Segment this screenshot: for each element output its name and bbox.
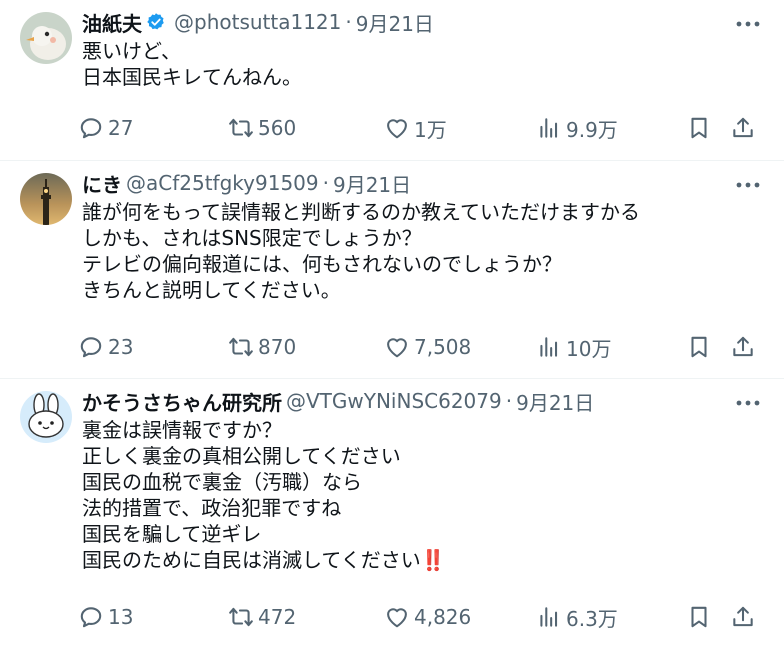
share-icon (733, 606, 753, 627)
display-name[interactable]: かそうさちゃん研究所 (82, 387, 282, 416)
bookmark-icon (691, 336, 707, 358)
tweet[interactable]: 油紙夫 @photsutta1121 · 9月21日 悪いけど、 日本国民キレて… (0, 0, 784, 161)
tweet-line: 国民のために自民は消滅してください (82, 548, 421, 572)
separator: · (322, 171, 329, 195)
avatar[interactable] (20, 173, 72, 225)
bookmark-button[interactable] (686, 600, 712, 634)
tweet-line: テレビの偏向報道には、何もされないのでしょうか？ (82, 252, 562, 276)
reply-icon (80, 118, 102, 139)
bookmark-button[interactable] (686, 111, 712, 145)
tweet[interactable]: かそうさちゃん研究所 @VTGwYNiNSC62079 · 9月21日 裏金は誤… (0, 379, 784, 650)
verified-icon (146, 12, 166, 32)
retweet-count: 560 (258, 116, 297, 140)
like-icon (387, 338, 407, 358)
tweet-header: にき @aCf25tfgky91509 · 9月21日 (82, 169, 724, 197)
display-name[interactable]: 油紙夫 (82, 8, 142, 37)
retweet-button[interactable]: 560 (228, 111, 296, 145)
tweet-line: 国民を騙して逆ギレ (82, 522, 262, 546)
avatar[interactable] (20, 391, 72, 443)
views-icon (540, 607, 558, 627)
action-bar: 23 870 7,508 10万 (78, 330, 768, 364)
more-icon[interactable] (732, 393, 764, 413)
reply-button[interactable]: 13 (78, 600, 133, 634)
views-icon (540, 118, 558, 138)
share-icon (733, 117, 753, 138)
views-icon (540, 337, 558, 357)
tweet-text: 裏金は誤情報ですか？ 正しく裏金の真相公開してください 国民の血税で裏金（汚職）… (82, 417, 754, 573)
double-exclamation-emoji: ‼️ (420, 548, 446, 572)
tweet[interactable]: にき @aCf25tfgky91509 · 9月21日 誰が何をもって誤情報と判… (0, 161, 784, 379)
views-button[interactable]: 9.9万 (536, 111, 618, 145)
tweet-line: 国民の血税で裏金（汚職）なら (82, 470, 362, 494)
tweet-line: 誰が何をもって誤情報と判断するのか教えていただけますかる (82, 200, 640, 224)
separator: · (345, 10, 352, 34)
retweet-button[interactable]: 472 (228, 600, 296, 634)
reply-icon (80, 607, 102, 628)
share-icon (733, 336, 753, 357)
views-button[interactable]: 6.3万 (536, 600, 618, 634)
tweet-line: 裏金は誤情報ですか？ (82, 418, 282, 442)
tweet-line: 日本国民キレてんねん。 (82, 65, 302, 89)
reply-count: 23 (108, 335, 134, 359)
like-count: 4,826 (414, 605, 472, 629)
tweet-line-last: 国民のために自民は消滅してください‼️ (82, 547, 754, 573)
retweet-button[interactable]: 870 (228, 330, 296, 364)
tweet-line: 法的措置で、政治犯罪ですね (82, 496, 342, 520)
like-button[interactable]: 7,508 (384, 330, 471, 364)
share-button[interactable] (730, 111, 756, 145)
reply-count: 13 (108, 605, 134, 629)
retweet-icon (229, 607, 253, 627)
retweet-count: 870 (258, 335, 297, 359)
view-count: 6.3万 (566, 606, 618, 631)
reply-button[interactable]: 27 (78, 111, 133, 145)
retweet-icon (229, 118, 253, 138)
user-handle[interactable]: @aCf25tfgky91509 (126, 171, 319, 195)
like-count: 7,508 (414, 335, 472, 359)
separator: · (505, 389, 513, 413)
retweet-icon (229, 337, 253, 357)
action-bar: 13 472 4,826 6.3万 (78, 600, 768, 634)
avatar[interactable] (20, 12, 72, 64)
bookmark-icon (691, 117, 707, 139)
action-bar: 27 560 1万 9.9万 (78, 111, 768, 145)
like-icon (387, 608, 407, 628)
share-button[interactable] (730, 600, 756, 634)
more-icon[interactable] (732, 14, 764, 34)
like-count: 1万 (414, 117, 447, 142)
tweet-line: 悪いけど、 (82, 39, 181, 63)
tweet-line: きちんと説明してください。 (82, 278, 341, 302)
reply-icon (80, 337, 102, 358)
tweet-line: しかも、されはSNS限定でしょうか？ (82, 226, 422, 250)
like-button[interactable]: 1万 (384, 111, 447, 145)
like-icon (387, 119, 407, 139)
post-date[interactable]: 9月21日 (333, 169, 411, 198)
reply-count: 27 (108, 116, 134, 140)
views-button[interactable]: 10万 (536, 330, 611, 364)
tweet-header: 油紙夫 @photsutta1121 · 9月21日 (82, 8, 724, 36)
bookmark-button[interactable] (686, 330, 712, 364)
tweet-header: かそうさちゃん研究所 @VTGwYNiNSC62079 · 9月21日 (82, 387, 724, 415)
tweet-text: 悪いけど、 日本国民キレてんねん。 (82, 38, 754, 90)
like-button[interactable]: 4,826 (384, 600, 471, 634)
user-handle[interactable]: @VTGwYNiNSC62079 (286, 389, 502, 413)
view-count: 9.9万 (566, 117, 618, 142)
tweet-line: 正しく裏金の真相公開してください (82, 444, 401, 468)
tweet-text: 誰が何をもって誤情報と判断するのか教えていただけますかる しかも、されはSNS限… (82, 199, 754, 303)
bookmark-icon (691, 606, 707, 628)
view-count: 10万 (566, 336, 612, 361)
display-name[interactable]: にき (82, 169, 122, 198)
retweet-count: 472 (258, 605, 297, 629)
post-date[interactable]: 9月21日 (516, 387, 594, 416)
reply-button[interactable]: 23 (78, 330, 133, 364)
user-handle[interactable]: @photsutta1121 (174, 10, 341, 34)
more-icon[interactable] (732, 175, 764, 195)
post-date[interactable]: 9月21日 (356, 8, 434, 37)
share-button[interactable] (730, 330, 756, 364)
